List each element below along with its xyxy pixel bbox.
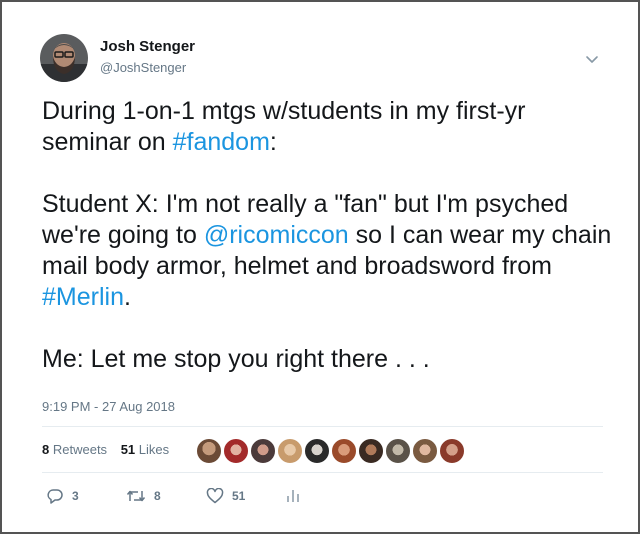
avatar[interactable]	[304, 438, 330, 464]
user-handle[interactable]: @JoshStenger	[100, 60, 186, 75]
like-button[interactable]: 51	[206, 488, 245, 504]
tweet-paragraph: During 1-on-1 mtgs w/students in my firs…	[42, 96, 612, 158]
like-count: 51	[232, 489, 246, 503]
retweets-count: 8	[42, 442, 50, 457]
divider	[42, 426, 603, 427]
avatar[interactable]	[277, 438, 303, 464]
avatar[interactable]	[385, 438, 411, 464]
tweet-paragraph: Student X: I'm not really a "fan" but I'…	[42, 189, 612, 313]
reply-icon	[46, 488, 64, 504]
retweets-stat[interactable]: 8 Retweets	[42, 442, 107, 457]
retweet-button[interactable]: 8	[126, 488, 161, 504]
likes-stat[interactable]: 51 Likes	[121, 442, 169, 457]
avatar[interactable]	[439, 438, 465, 464]
display-name[interactable]: Josh Stenger	[100, 38, 195, 55]
tweet-text-segment: .	[123, 283, 131, 311]
avatar[interactable]	[223, 438, 249, 464]
hashtag-link[interactable]: #fandom	[173, 128, 270, 156]
mention-link[interactable]: @ricomiccon	[204, 221, 349, 249]
avatar[interactable]	[358, 438, 384, 464]
retweet-count: 8	[154, 489, 161, 503]
reply-button[interactable]: 3	[46, 488, 79, 504]
chevron-down-icon[interactable]	[585, 52, 599, 63]
retweets-label: Retweets	[52, 442, 108, 457]
heart-icon	[206, 488, 224, 504]
reply-count: 3	[72, 489, 79, 503]
retweet-icon	[126, 488, 146, 504]
avatar[interactable]	[250, 438, 276, 464]
liker-avatars	[196, 438, 466, 464]
analytics-button[interactable]	[286, 488, 300, 504]
avatar[interactable]	[196, 438, 222, 464]
tweet-paragraph: Me: Let me stop you right there . . .	[42, 345, 430, 373]
timestamp[interactable]: 9:19 PM - 27 Aug 2018	[42, 399, 175, 414]
likes-label: Likes	[138, 442, 170, 457]
tweet-text: During 1-on-1 mtgs w/students in my firs…	[42, 96, 612, 375]
avatar[interactable]	[40, 34, 88, 82]
tweet-text-segment: :	[269, 128, 277, 156]
hashtag-link[interactable]: #Merlin	[42, 283, 124, 311]
analytics-icon	[286, 488, 300, 504]
engagement-stats: 8 Retweets 51 Likes	[42, 442, 179, 457]
likes-count: 51	[120, 442, 136, 457]
tweet-card: Josh Stenger @JoshStenger During 1-on-1 …	[0, 0, 640, 534]
tweet-text-segment: During 1-on-1 mtgs w/students in my firs…	[42, 97, 526, 156]
avatar[interactable]	[331, 438, 357, 464]
divider	[42, 472, 603, 473]
avatar[interactable]	[412, 438, 438, 464]
